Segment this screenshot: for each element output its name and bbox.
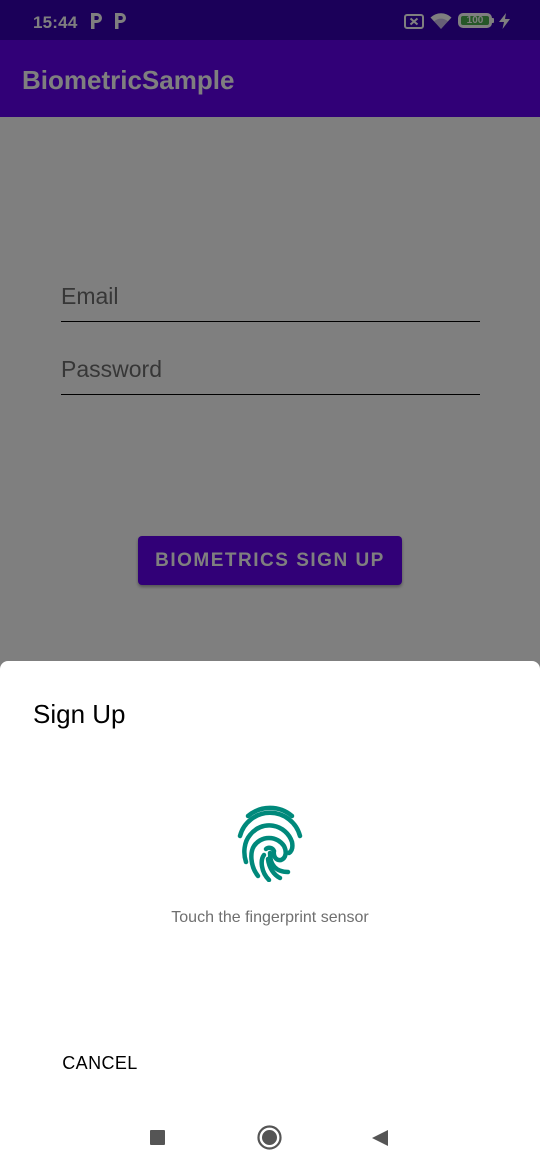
dialog-description: Touch the fingerprint sensor	[171, 909, 369, 926]
app-screen: 15:44 100 BiometricSample	[0, 0, 540, 1170]
recents-button[interactable]	[150, 1130, 165, 1145]
navigation-bar	[0, 1105, 540, 1170]
biometric-prompt-sheet: Sign Up Touch the fingerprint sensor CAN…	[0, 661, 540, 1170]
home-button[interactable]	[257, 1125, 282, 1150]
cancel-button[interactable]: CANCEL	[51, 1043, 149, 1083]
dialog-title: Sign Up	[33, 699, 126, 729]
fingerprint-icon	[237, 805, 303, 882]
back-button[interactable]	[371, 1129, 389, 1147]
